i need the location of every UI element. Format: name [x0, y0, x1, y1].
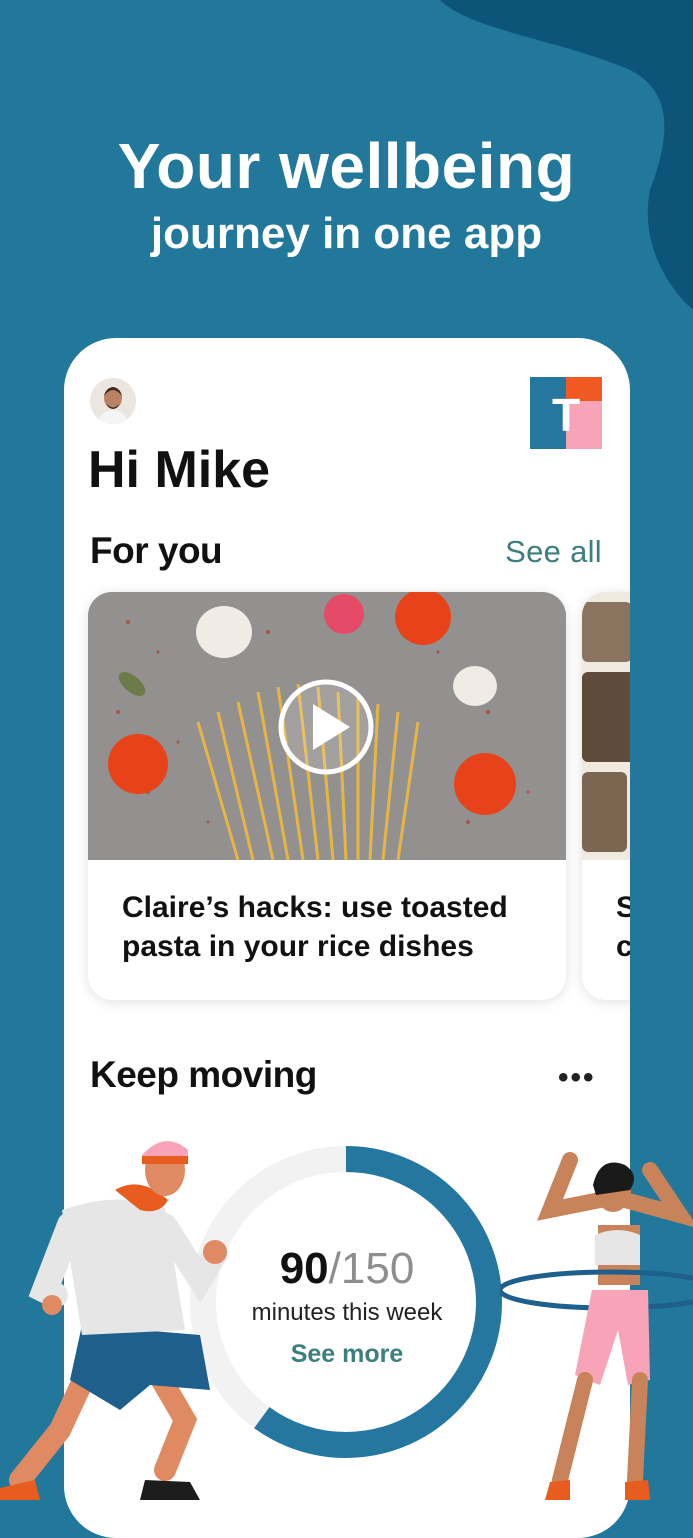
article-image-next	[582, 592, 630, 860]
progress-current: 90	[279, 1244, 329, 1293]
article-image	[88, 592, 566, 860]
more-options-button[interactable]: •••	[558, 1063, 596, 1093]
article-card-next[interactable]: Sc	[582, 592, 630, 1000]
hula-hoop-illustration	[500, 1152, 693, 1500]
app-logo-letter: T	[552, 389, 580, 441]
user-avatar[interactable]	[90, 378, 136, 424]
progress-separator: /	[328, 1244, 341, 1293]
runner-illustration	[0, 1141, 227, 1500]
article-title-next: Sc	[616, 891, 630, 963]
see-all-link[interactable]: See all	[505, 534, 602, 570]
avatar-icon	[90, 378, 136, 424]
headline-line-2: journey in one app	[150, 209, 543, 258]
headline-line-1: Your wellbeing	[117, 130, 576, 202]
marketing-headline: Your wellbeing journey in one app	[0, 128, 693, 264]
app-logo: T	[530, 377, 602, 449]
keep-moving-title: Keep moving	[90, 1054, 317, 1095]
greeting: Hi Mike	[88, 441, 271, 499]
for-you-title: For you	[90, 530, 223, 571]
play-icon	[278, 679, 374, 775]
article-title: Claire’s hacks: use toasted pasta in you…	[122, 891, 508, 963]
progress-goal: 150	[340, 1244, 415, 1293]
article-card[interactable]: Claire’s hacks: use toasted pasta in you…	[88, 592, 566, 1000]
